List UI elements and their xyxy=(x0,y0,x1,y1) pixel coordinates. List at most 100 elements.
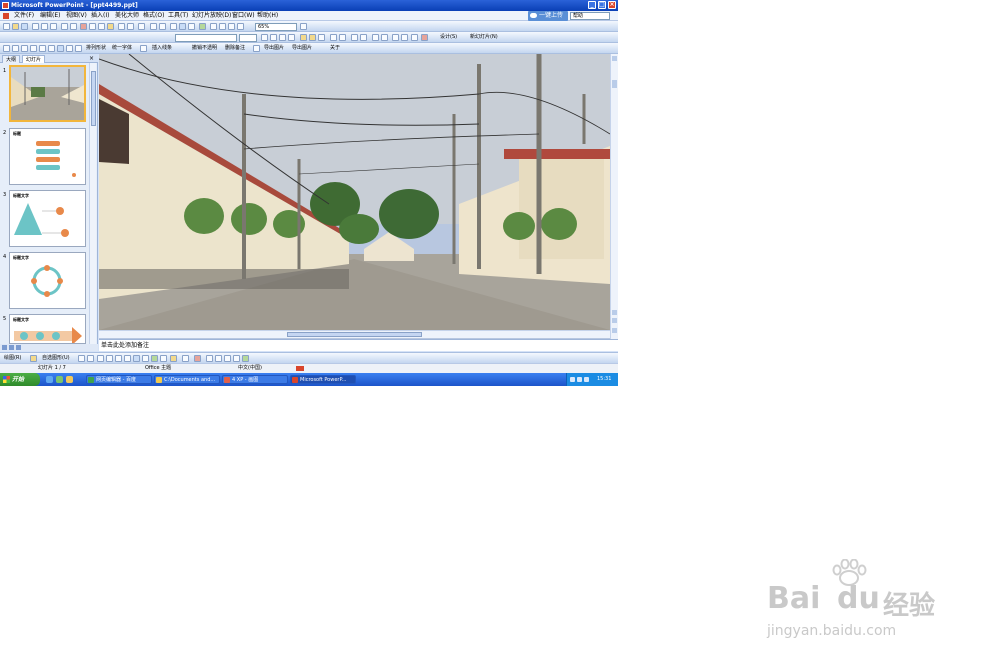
arrow-style-icon[interactable] xyxy=(224,355,231,362)
taskbar-item-active[interactable]: Microsoft PowerP... xyxy=(290,375,356,384)
slide-thumbnail-2[interactable]: 标题 xyxy=(9,128,86,185)
undo-icon[interactable] xyxy=(118,23,125,30)
paste-icon[interactable] xyxy=(98,23,105,30)
beautify-icon-4[interactable] xyxy=(30,45,37,52)
show-desktop-icon[interactable] xyxy=(56,376,63,383)
save-icon[interactable] xyxy=(21,23,28,30)
color-grayscale-icon[interactable] xyxy=(237,23,244,30)
show-formatting-icon[interactable] xyxy=(219,23,226,30)
menu-format[interactable]: 格式(O) xyxy=(143,11,164,21)
menu-beautify[interactable]: 美化大师 xyxy=(115,11,139,21)
slide-thumbnail-4[interactable]: 标题文字 xyxy=(9,252,86,309)
beautify-icon-5[interactable] xyxy=(39,45,46,52)
shadow-style-icon[interactable] xyxy=(233,355,240,362)
taskbar-item[interactable]: 4 XP - 画图 xyxy=(222,375,288,384)
next-slide-icon[interactable] xyxy=(612,318,617,323)
print-preview-icon[interactable] xyxy=(50,23,57,30)
taskbar-item[interactable]: 网页编辑器 - 百度 xyxy=(86,375,152,384)
ie-icon[interactable] xyxy=(46,376,53,383)
clipart-icon[interactable] xyxy=(151,355,158,362)
volume-icon[interactable] xyxy=(577,377,582,382)
beautify-icon-8[interactable] xyxy=(66,45,73,52)
slide-sorter-icon[interactable] xyxy=(9,345,14,350)
insert-lines-button[interactable]: 插入线条 xyxy=(152,43,172,54)
font-color-icon[interactable] xyxy=(421,34,428,41)
about-button[interactable]: 关于 xyxy=(330,43,340,54)
bold-icon[interactable] xyxy=(261,34,268,41)
align-center-icon[interactable] xyxy=(309,34,316,41)
open-icon[interactable] xyxy=(12,23,19,30)
expand-all-icon[interactable] xyxy=(210,23,217,30)
text-direction-icon[interactable] xyxy=(411,34,418,41)
export-images-button-2[interactable]: 导出图片 xyxy=(292,43,312,54)
shadow-icon[interactable] xyxy=(288,34,295,41)
grid-icon[interactable] xyxy=(228,23,235,30)
export-images-button[interactable]: 导出图片 xyxy=(264,43,284,54)
menu-file[interactable]: 文件(F) xyxy=(14,11,34,21)
help-icon[interactable] xyxy=(300,23,307,30)
normal-view-icon[interactable] xyxy=(2,345,7,350)
insert-table-icon[interactable] xyxy=(170,23,177,30)
select-objects-icon[interactable] xyxy=(30,355,37,362)
minimize-button[interactable]: _ xyxy=(588,1,596,9)
media-player-icon[interactable] xyxy=(66,376,73,383)
arrow-tool-icon[interactable] xyxy=(87,355,94,362)
menu-window[interactable]: 窗口(W) xyxy=(232,11,255,21)
format-painter-icon[interactable] xyxy=(107,23,114,30)
slide-thumbnail-5[interactable]: 标题文字 xyxy=(9,314,86,344)
dash-style-icon[interactable] xyxy=(215,355,222,362)
3d-style-icon[interactable] xyxy=(242,355,249,362)
textbox-tool-icon[interactable] xyxy=(115,355,122,362)
underline-icon[interactable] xyxy=(279,34,286,41)
menu-edit[interactable]: 编辑(E) xyxy=(40,11,60,21)
line-color-icon[interactable] xyxy=(182,355,189,362)
outdent-icon[interactable] xyxy=(401,34,408,41)
menu-tools[interactable]: 工具(T) xyxy=(168,11,188,21)
scrollbar-thumb[interactable] xyxy=(91,71,96,126)
taskbar-item[interactable]: C:\Documents and... xyxy=(154,375,220,384)
wordart-icon[interactable] xyxy=(133,355,140,362)
line-style-icon[interactable] xyxy=(206,355,213,362)
new-slide-button[interactable]: 新幻灯片(N) xyxy=(470,32,498,43)
cut-icon[interactable] xyxy=(80,23,87,30)
tab-slides[interactable]: 幻灯片 xyxy=(22,55,46,63)
font-size-select[interactable] xyxy=(239,34,257,42)
increase-indent-icon[interactable] xyxy=(381,34,388,41)
slide-thumbnail-3[interactable]: 标题文字 xyxy=(9,190,86,247)
align-right-icon[interactable] xyxy=(318,34,325,41)
oval-tool-icon[interactable] xyxy=(106,355,113,362)
permission-icon[interactable] xyxy=(32,23,39,30)
previous-slide-icon[interactable] xyxy=(612,310,617,315)
beautify-icon-9[interactable] xyxy=(75,45,82,52)
line-icon[interactable] xyxy=(140,45,147,52)
redo-icon[interactable] xyxy=(138,23,145,30)
menu-help[interactable]: 帮助(H) xyxy=(257,11,278,21)
italic-icon[interactable] xyxy=(270,34,277,41)
beautify-icon-6[interactable] xyxy=(48,45,55,52)
numbering-icon[interactable] xyxy=(330,34,337,41)
rectangle-tool-icon[interactable] xyxy=(97,355,104,362)
scroll-down-arrow[interactable] xyxy=(612,328,617,333)
font-color-tool-icon[interactable] xyxy=(194,355,201,362)
beautify-icon-7[interactable] xyxy=(57,45,64,52)
fill-color-icon[interactable] xyxy=(170,355,177,362)
beautify-icon-3[interactable] xyxy=(21,45,28,52)
font-name-select[interactable] xyxy=(175,34,237,42)
tables-borders-icon[interactable] xyxy=(179,23,186,30)
tab-outline[interactable]: 大纲 xyxy=(2,55,21,63)
scrollbar-thumb[interactable] xyxy=(612,80,617,88)
slide-photo[interactable] xyxy=(99,54,610,330)
pane-close-button[interactable]: × xyxy=(89,55,94,62)
zoom-select[interactable]: 65% xyxy=(255,23,297,31)
picture-icon[interactable] xyxy=(160,355,167,362)
scrollbar-thumb[interactable] xyxy=(287,332,422,337)
start-button[interactable]: 开始 xyxy=(0,373,40,386)
ime-icon[interactable] xyxy=(584,377,589,382)
undo-opacity-button[interactable]: 撤销不透明 xyxy=(192,43,217,54)
slide-horizontal-scrollbar[interactable] xyxy=(99,330,610,338)
new-slide-icon[interactable] xyxy=(199,23,206,30)
increase-font-icon[interactable] xyxy=(351,34,358,41)
arrange-shapes-button[interactable]: 排列形状 xyxy=(86,43,106,54)
indent-icon[interactable] xyxy=(392,34,399,41)
beautify-icon-2[interactable] xyxy=(12,45,19,52)
